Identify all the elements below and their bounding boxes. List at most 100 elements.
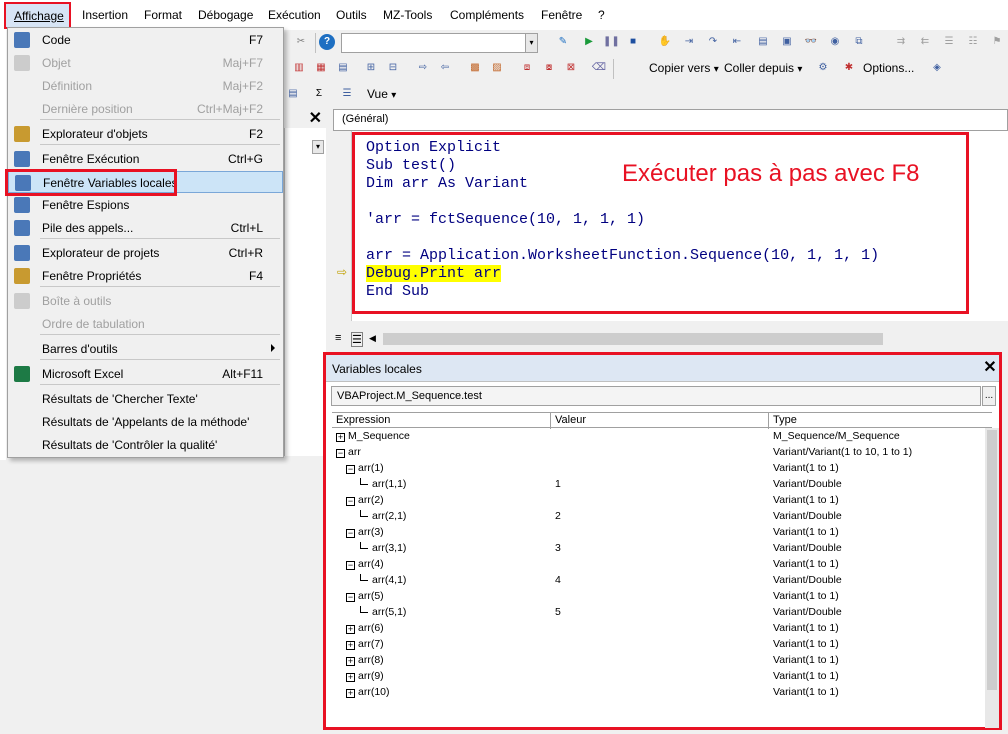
mz-tool-3-icon[interactable]: ▤: [335, 60, 351, 76]
help-icon[interactable]: ?: [319, 34, 335, 50]
menu-fenetre[interactable]: Fenêtre: [541, 8, 582, 22]
expand-icon[interactable]: +: [346, 641, 355, 650]
locals-row[interactable]: + M_Sequence M_Sequence/M_Sequence: [332, 430, 992, 446]
collapse-icon[interactable]: −: [346, 497, 355, 506]
menu-item-definition[interactable]: Définition Maj+F2: [8, 75, 283, 97]
locals-row[interactable]: + arr(6) Variant(1 to 1): [332, 622, 992, 638]
collapse-icon[interactable]: −: [336, 449, 345, 458]
menu-item-pile-des-appels[interactable]: Pile des appels... Ctrl+L: [8, 217, 283, 239]
call-stack-button[interactable]: ...: [982, 386, 996, 406]
uncomment-block-icon[interactable]: ☷: [965, 34, 981, 50]
locals-row[interactable]: arr(3,1) 3 Variant/Double: [332, 542, 992, 558]
locals-row[interactable]: arr(5,1) 5 Variant/Double: [332, 606, 992, 622]
comment-block-icon[interactable]: ☰: [941, 34, 957, 50]
bookmark-icon[interactable]: ⚑: [989, 34, 1005, 50]
options-button[interactable]: Options...: [863, 61, 914, 75]
mz-tool-12-icon[interactable]: ⊠: [563, 60, 579, 76]
close-icon[interactable]: ✕: [309, 108, 322, 128]
mz-tool-6-icon[interactable]: ⇨: [415, 60, 431, 76]
quick-watch-icon[interactable]: ◉: [827, 34, 843, 50]
locals-row[interactable]: − arr(5) Variant(1 to 1): [332, 590, 992, 606]
collapse-icon[interactable]: −: [346, 561, 355, 570]
locals-row[interactable]: + arr(7) Variant(1 to 1): [332, 638, 992, 654]
sum-icon[interactable]: Σ: [311, 86, 327, 102]
locals-row[interactable]: − arr(4) Variant(1 to 1): [332, 558, 992, 574]
locals-row[interactable]: arr(1,1) 1 Variant/Double: [332, 478, 992, 494]
procedure-combo[interactable]: ▾: [341, 33, 538, 53]
menu-outils[interactable]: Outils: [336, 8, 367, 22]
locals-row[interactable]: − arr(2) Variant(1 to 1): [332, 494, 992, 510]
locals-row[interactable]: − arr(1) Variant(1 to 1): [332, 462, 992, 478]
menu-item-resultats-controler-qualite[interactable]: Résultats de 'Contrôler la qualité': [8, 434, 283, 456]
indent-icon[interactable]: ⇉: [893, 34, 909, 50]
menu-item-derniere-position[interactable]: Dernière position Ctrl+Maj+F2: [8, 98, 283, 120]
copy-to-button[interactable]: Copier vers ▾: [649, 61, 719, 75]
mz-tool-7-icon[interactable]: ⇦: [437, 60, 453, 76]
menu-help[interactable]: ?: [598, 8, 605, 22]
locals-row[interactable]: − arr(3) Variant(1 to 1): [332, 526, 992, 542]
full-module-view-icon[interactable]: ☰: [351, 332, 363, 347]
mz-tool-1-icon[interactable]: ▥: [291, 60, 307, 76]
menu-item-explorateur-projets[interactable]: Explorateur de projets Ctrl+R: [8, 242, 283, 264]
mz-tool-9-icon[interactable]: ▨: [489, 60, 505, 76]
locals-row[interactable]: arr(4,1) 4 Variant/Double: [332, 574, 992, 590]
reset-icon[interactable]: ■: [625, 34, 641, 50]
tools-icon[interactable]: ✂: [293, 34, 309, 50]
toggle-breakpoint-icon[interactable]: ✋: [657, 34, 673, 50]
locals-value[interactable]: 2: [555, 510, 561, 522]
menu-item-explorateur-objets[interactable]: Explorateur d'objets F2: [8, 123, 283, 145]
eraser-icon[interactable]: ⌫: [591, 60, 607, 76]
menu-debogage[interactable]: Débogage: [198, 8, 253, 22]
menu-item-barres-outils[interactable]: Barres d'outils: [8, 338, 283, 360]
column-divider[interactable]: [768, 413, 769, 429]
menu-item-fenetre-espions[interactable]: Fenêtre Espions: [8, 194, 283, 216]
expand-icon[interactable]: +: [346, 673, 355, 682]
menu-item-resultats-appelants[interactable]: Résultats de 'Appelants de la méthode': [8, 411, 283, 433]
mz-tool-5-icon[interactable]: ⊟: [385, 60, 401, 76]
expand-icon[interactable]: +: [346, 625, 355, 634]
locals-vscrollbar[interactable]: [985, 428, 999, 728]
procedure-view-icon[interactable]: ≡: [335, 332, 341, 344]
locals-value[interactable]: 4: [555, 574, 561, 586]
column-divider[interactable]: [550, 413, 551, 429]
locals-value[interactable]: 5: [555, 606, 561, 618]
menu-item-objet[interactable]: Objet Maj+F7: [8, 52, 283, 74]
code-hscrollbar[interactable]: ≡ ☰ ◀: [333, 330, 1008, 348]
menu-item-code[interactable]: Code F7: [8, 29, 283, 51]
menu-item-fenetre-proprietes[interactable]: Fenêtre Propriétés F4: [8, 265, 283, 287]
column-type[interactable]: Type: [773, 414, 797, 426]
mz-tool-10-icon[interactable]: ⧈: [519, 60, 535, 76]
mz-tool-4-icon[interactable]: ⊞: [363, 60, 379, 76]
step-out-icon[interactable]: ⇤: [729, 34, 745, 50]
menu-mz-tools[interactable]: MZ-Tools: [383, 8, 432, 22]
menu-item-fenetre-execution[interactable]: Fenêtre Exécution Ctrl+G: [8, 148, 283, 170]
break-icon[interactable]: ❚❚: [603, 34, 620, 50]
locals-row[interactable]: − arr Variant/Variant(1 to 10, 1 to 1): [332, 446, 992, 462]
collapse-icon[interactable]: −: [346, 593, 355, 602]
expand-icon[interactable]: +: [346, 657, 355, 666]
options-icon[interactable]: ✱: [841, 60, 857, 76]
watch-icon[interactable]: 👓: [803, 34, 819, 50]
design-mode-icon[interactable]: ✎: [555, 34, 571, 50]
expand-icon[interactable]: +: [336, 433, 345, 442]
chevron-down-icon[interactable]: ▾: [312, 140, 324, 154]
step-into-icon[interactable]: ⇥: [681, 34, 697, 50]
run-icon[interactable]: ▶: [581, 34, 597, 50]
menu-item-resultats-chercher-texte[interactable]: Résultats de 'Chercher Texte': [8, 388, 283, 410]
outdent-icon[interactable]: ⇇: [917, 34, 933, 50]
collapse-icon[interactable]: −: [346, 529, 355, 538]
column-value[interactable]: Valeur: [555, 414, 586, 426]
locals-value[interactable]: 3: [555, 542, 561, 554]
paste-from-button[interactable]: Coller depuis ▾: [724, 61, 802, 75]
immediate-icon[interactable]: ▣: [779, 34, 795, 50]
locals-row[interactable]: arr(2,1) 2 Variant/Double: [332, 510, 992, 526]
view-button[interactable]: Vue ▾: [367, 87, 396, 101]
menu-format[interactable]: Format: [144, 8, 182, 22]
close-icon[interactable]: ✕: [982, 360, 998, 376]
mz-tool-11-icon[interactable]: ⧇: [541, 60, 557, 76]
mz-tool-2-icon[interactable]: ▦: [313, 60, 329, 76]
menu-insertion[interactable]: Insertion: [82, 8, 128, 22]
mz-settings-icon[interactable]: ⚙: [815, 60, 831, 76]
menu-execution[interactable]: Exécution: [268, 8, 321, 22]
locals-row[interactable]: + arr(9) Variant(1 to 1): [332, 670, 992, 686]
